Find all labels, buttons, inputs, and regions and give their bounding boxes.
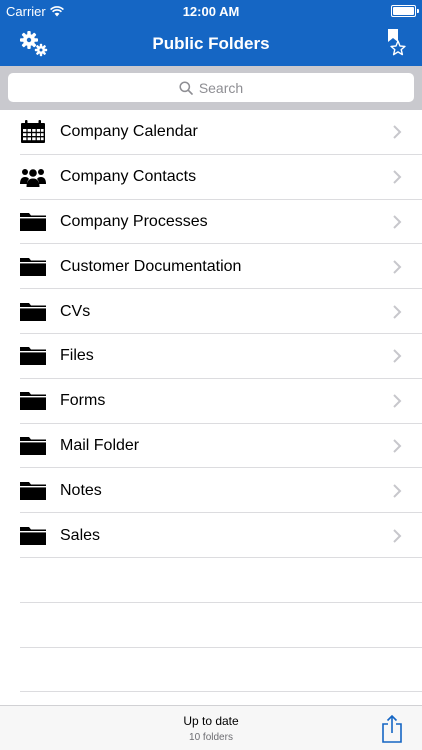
folder-label: Customer Documentation [60,257,242,275]
folder-list: Company Calendar Company Contacts Compan… [0,110,422,558]
folder-row-forms[interactable]: Forms [0,379,422,424]
chevron-right-icon [393,349,402,364]
folder-label: Company Calendar [60,123,198,141]
empty-row [0,648,422,693]
empty-row [0,558,422,603]
folder-icon [20,479,46,503]
folder-label: Files [60,347,94,365]
empty-list-area [0,558,422,693]
folder-icon [20,344,46,368]
chevron-right-icon [393,304,402,319]
header: Carrier 12:00 AM Public Folders [0,0,422,66]
chevron-right-icon [393,439,402,453]
chevron-right-icon [393,215,402,229]
folder-row-company-calendar[interactable]: Company Calendar [0,110,422,155]
folder-icon [20,434,46,458]
chevron-right-icon [393,394,402,408]
folder-label: Forms [60,392,106,410]
folder-icon [20,300,46,324]
folder-row-company-processes[interactable]: Company Processes [0,200,422,245]
search-input[interactable]: Search [8,73,414,102]
folder-row-company-contacts[interactable]: Company Contacts [0,155,422,200]
folder-row-cvs[interactable]: CVs [0,289,422,334]
folder-label: Mail Folder [60,436,140,454]
folder-label: Company Processes [60,212,208,230]
empty-row [0,603,422,648]
folder-icon [20,210,46,234]
folder-label: Sales [60,526,101,544]
clock: 12:00 AM [182,4,240,19]
search-bar: Search [0,66,422,110]
share-icon[interactable] [380,714,404,744]
folder-label: CVs [60,302,91,320]
page-title: Public Folders [152,34,270,53]
battery-icon [391,5,419,17]
chevron-right-icon [393,170,402,184]
search-placeholder: Search [198,79,244,96]
sync-status: Up to date [183,714,239,728]
folder-row-customer-documentation[interactable]: Customer Documentation [0,244,422,289]
contacts-icon [20,165,46,189]
folder-icon [20,255,46,279]
chevron-right-icon [393,484,402,498]
folder-row-mail-folder[interactable]: Mail Folder [0,424,422,469]
status-bar: Carrier 12:00 AM [0,0,422,22]
folder-row-sales[interactable]: Sales [0,513,422,558]
calendar-icon [20,120,46,144]
bottom-toolbar: Up to date 10 folders [0,705,422,750]
folder-row-files[interactable]: Files [0,334,422,379]
search-icon [179,80,193,95]
chevron-right-icon [393,125,402,140]
chevron-right-icon [393,528,402,543]
chevron-right-icon [393,260,402,274]
folder-icon [20,524,46,548]
folder-label: Notes [60,481,102,499]
folder-icon [20,389,46,413]
nav-bar: Public Folders [0,22,422,66]
folder-row-notes[interactable]: Notes [0,468,422,513]
bookmark-star-icon[interactable] [384,28,406,58]
folder-label: Company Contacts [60,168,197,186]
folder-count: 10 folders [189,732,233,743]
